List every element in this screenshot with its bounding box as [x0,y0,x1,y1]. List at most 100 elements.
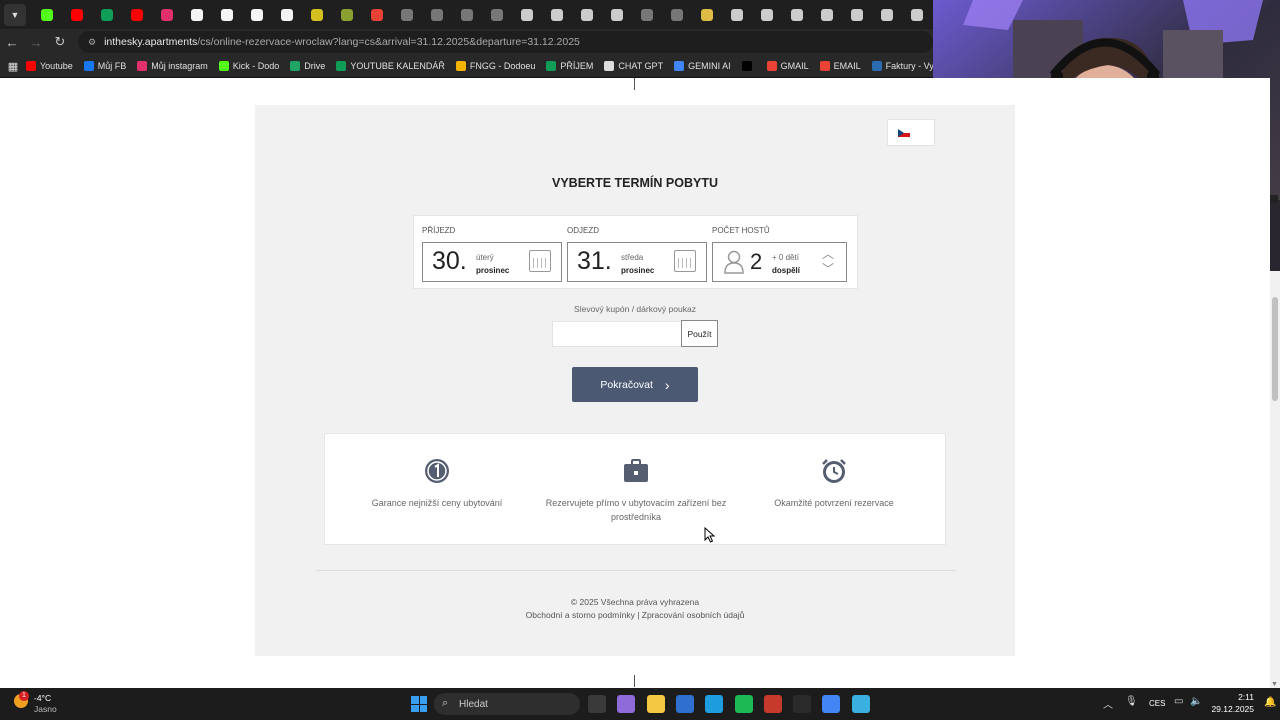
browser-tab[interactable] [842,4,872,26]
departure-date-picker[interactable]: 31. středa prosinec [567,242,707,282]
tray-overflow-icon[interactable]: ︿ [1103,696,1113,711]
privacy-link[interactable]: Zpracování osobních údajů [642,610,745,620]
bookmark-item[interactable]: Můj FB [83,61,127,71]
bookmark-item[interactable]: Můj instagram [137,61,208,71]
browser-tab[interactable] [62,4,92,26]
bookmark-item[interactable]: FNGG - Dodoeu [455,61,535,71]
bookmark-item[interactable]: EMAIL [819,61,861,71]
bookmark-list: Youtube Můj FB Můj instagram Kick - Dodo Dri… [26,61,933,71]
taskbar-app-icon[interactable] [617,695,636,713]
network-icon[interactable]: ▭ [1174,696,1183,707]
tab-favicon-icon [161,8,173,21]
taskbar-app-icon[interactable] [851,695,870,713]
bookmark-item[interactable]: PŘÍJEM [546,61,593,71]
browser-tab[interactable] [422,4,452,26]
bookmark-item[interactable]: Drive [290,61,325,71]
browser-tab[interactable] [692,4,722,26]
taskbar-app-icon[interactable] [793,695,812,713]
address-bar-row: ← → ↻ ⚙ inthesky.apartments/cs/online-re… [0,29,933,55]
taskbar-app-icon[interactable] [646,695,665,713]
bookmark-item[interactable]: GMAIL [766,61,809,71]
taskbar-app-icon[interactable] [734,695,753,713]
url-bar[interactable]: ⚙ inthesky.apartments/cs/online-rezervac… [78,31,933,53]
browser-tab[interactable] [182,4,212,26]
taskbar-app-icon[interactable] [822,695,841,713]
tab-favicon-icon [701,8,713,21]
apps-grid-icon[interactable]: ▦ [0,60,26,73]
bookmark-label: Můj FB [97,61,127,71]
site-info-icon[interactable]: ⚙ [88,37,96,48]
browser-tab[interactable] [212,4,242,26]
microphone-icon[interactable]: 🎙 [1125,696,1138,707]
scrollbar-thumb[interactable] [1272,297,1278,401]
browser-tab[interactable] [872,4,902,26]
browser-tab[interactable] [542,4,572,26]
tab-favicon-icon [101,8,113,21]
taskbar-app-icon[interactable] [675,695,694,713]
page-scrollbar[interactable]: ▼ [1270,271,1280,688]
speaker-icon[interactable]: 🔈 [1190,696,1202,707]
arrival-date-picker[interactable]: 30. úterý prosinec [422,242,562,282]
taskbar-app-icon[interactable] [763,695,782,713]
bookmark-item[interactable]: Kick - Dodo [218,61,279,71]
browser-tab[interactable] [302,4,332,26]
taskbar-app-icon[interactable] [588,695,606,713]
bookmark-item[interactable]: GEMINI AI [674,61,731,71]
browser-tab[interactable] [32,4,62,26]
browser-tab[interactable] [482,4,512,26]
browser-tab[interactable] [632,4,662,26]
browser-tab[interactable] [242,4,272,26]
browser-tab[interactable] [602,4,632,26]
continue-button[interactable]: Pokračovat › [572,367,698,402]
browser-tab[interactable] [452,4,482,26]
apply-coupon-button[interactable]: Použít [681,320,718,347]
chevron-down-icon[interactable]: ﹀ [822,260,834,277]
coupon-label: Slevový kupón / dárkový poukaz [574,304,696,314]
guests-selector[interactable]: 2 + 0 dětí dospělí ︿ ﹀ [712,242,847,282]
scroll-down-icon[interactable]: ▼ [1271,681,1278,688]
browser-tab[interactable] [362,4,392,26]
browser-tab[interactable] [512,4,542,26]
tab-list-button[interactable]: ▼ [4,3,26,26]
terms-link[interactable]: Obchodní a storno podmínky [526,610,635,620]
bookmark-item[interactable]: Youtube [26,61,73,71]
bookmark-item[interactable]: CHAT GPT [604,61,663,71]
notifications-bell-icon[interactable]: 🔔 [1264,697,1276,708]
browser-tab[interactable] [272,4,302,26]
browser-tab[interactable] [92,4,122,26]
clock-time[interactable]: 2:11 [1210,692,1254,702]
bookmark-item[interactable]: Faktury - Vytváření [871,61,933,71]
bookmark-item[interactable]: YOUTUBE KALENDÁŘ [336,61,445,71]
reload-icon[interactable]: ↻ [48,34,72,50]
clock-date[interactable]: 29.12.2025 [1205,704,1254,714]
input-language[interactable]: CES [1149,699,1165,708]
browser-tab[interactable] [392,4,422,26]
tab-favicon-icon [311,8,323,21]
browser-tab[interactable] [152,4,182,26]
arrival-day: 30. [432,247,467,275]
features-panel: Garance nejnižší ceny ubytování Rezervuj… [324,433,946,545]
browser-tab[interactable] [662,4,692,26]
browser-tab[interactable] [572,4,602,26]
feature-text: Okamžité potvrzení rezervace [774,498,894,508]
browser-tab[interactable] [782,4,812,26]
back-icon[interactable]: ← [0,35,24,50]
tab-favicon-icon [131,8,143,21]
bookmark-label: Faktury - Vytváření [885,61,933,71]
taskbar-search[interactable]: ⌕ Hledat [434,693,580,715]
windows-start-icon[interactable] [411,696,427,712]
taskbar-app-icon[interactable] [705,695,724,713]
bookmark-item[interactable] [741,61,756,71]
coupon-input[interactable] [552,321,682,347]
browser-tab[interactable] [752,4,782,26]
forward-icon[interactable]: → [24,35,48,50]
browser-tab[interactable] [722,4,752,26]
browser-tab[interactable] [902,4,932,26]
tab-favicon-icon [371,8,383,21]
tab-favicon-icon [221,8,233,21]
bookmark-favicon-icon [604,61,615,71]
language-switcher[interactable] [887,119,935,146]
browser-tab[interactable] [812,4,842,26]
browser-tab[interactable] [332,4,362,26]
browser-tab[interactable] [122,4,152,26]
